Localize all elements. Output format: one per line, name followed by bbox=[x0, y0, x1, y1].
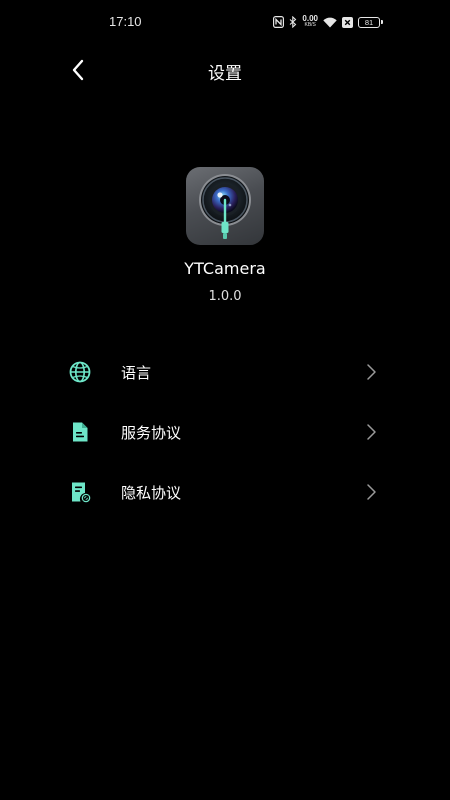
status-icons: 0.00 KB/S 81 bbox=[273, 14, 383, 30]
net-speed-unit: KB/S bbox=[304, 22, 316, 28]
menu-item-label: 语言 bbox=[121, 364, 152, 382]
privacy-document-icon bbox=[72, 482, 91, 503]
chevron-right-icon bbox=[367, 484, 376, 500]
menu-item-service-agreement[interactable]: 服务协议 bbox=[0, 402, 450, 462]
battery-icon: 81 bbox=[358, 16, 383, 28]
app-version: 1.0.0 bbox=[208, 289, 242, 304]
menu-item-label: 隐私协议 bbox=[121, 484, 182, 502]
menu-item-label: 服务协议 bbox=[121, 424, 182, 442]
bluetooth-icon bbox=[289, 16, 297, 28]
settings-menu: 语言 服务协议 隐私协议 bbox=[0, 342, 450, 522]
chevron-right-icon bbox=[367, 424, 376, 440]
document-icon bbox=[73, 422, 88, 442]
globe-icon bbox=[69, 361, 91, 383]
page-title: 设置 bbox=[208, 64, 242, 84]
menu-item-language[interactable]: 语言 bbox=[0, 342, 450, 402]
nfc-icon bbox=[273, 16, 285, 28]
net-speed: 0.00 KB/S bbox=[302, 15, 318, 29]
sim-off-icon bbox=[342, 16, 353, 28]
camera-lens-app-icon bbox=[186, 167, 264, 245]
status-time: 17:10 bbox=[109, 14, 142, 29]
wifi-icon bbox=[323, 17, 337, 28]
status-bar: 17:10 0.00 KB/S 81 bbox=[0, 0, 450, 44]
chevron-right-icon bbox=[367, 364, 376, 380]
menu-item-privacy-agreement[interactable]: 隐私协议 bbox=[0, 462, 450, 522]
app-name: YTCamera bbox=[184, 259, 266, 278]
net-speed-value: 0.00 bbox=[302, 14, 318, 23]
